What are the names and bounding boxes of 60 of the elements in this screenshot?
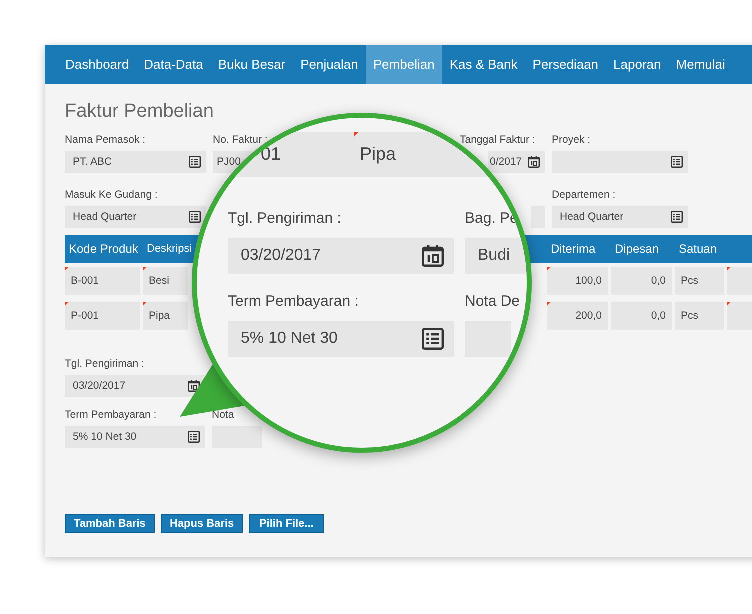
field-label: Tgl. Pengiriman : — [65, 358, 146, 371]
table-cell[interactable]: 100,0 — [547, 267, 608, 295]
column-header: Deskripsi — [146, 243, 191, 255]
table-cell[interactable]: P-001 — [65, 302, 140, 330]
table-cell[interactable]: Besi — [143, 267, 188, 295]
nav-tab[interactable]: Persediaan — [525, 45, 606, 84]
input-field[interactable]: 03/20/2017 — [65, 375, 205, 397]
action-button[interactable]: Hapus Baris — [160, 514, 244, 533]
table-cell[interactable]: Pcs — [675, 267, 724, 295]
input-field[interactable]: 03/20/2017 — [228, 238, 454, 274]
nav-tab[interactable]: Memulai — [668, 45, 733, 84]
field-label: Departemen : — [552, 189, 617, 202]
table-cell[interactable]: 0,0 — [611, 267, 672, 295]
column-header: Satuan — [678, 242, 718, 256]
list-icon[interactable] — [671, 156, 683, 168]
table-cell[interactable]: Pipa — [143, 302, 188, 330]
field-label: Nota De — [465, 293, 522, 312]
nav-tab[interactable]: Dashboard — [58, 45, 137, 84]
table-cell: Pipa — [360, 144, 396, 165]
field-label: Tanggal Faktur : — [460, 134, 536, 147]
list-icon[interactable] — [189, 156, 201, 168]
field-label: Term Pembayaran : — [65, 409, 158, 422]
nav-tab[interactable]: Buku Besar — [210, 45, 294, 84]
input-field[interactable] — [465, 321, 511, 357]
input-field[interactable] — [212, 426, 262, 448]
action-button[interactable]: Tambah Baris — [65, 514, 155, 533]
column-header: Diterima — [550, 242, 597, 256]
column-header: Dipesan — [614, 242, 660, 256]
input-field[interactable]: PT. ABC — [65, 151, 206, 173]
list-icon[interactable] — [671, 211, 683, 223]
input-field[interactable]: 5% 10 Net 30 — [65, 426, 205, 448]
field-label: Nama Pemasok : — [65, 134, 147, 147]
calendar-icon[interactable] — [528, 156, 540, 168]
nav-tab[interactable]: Penjualan — [293, 45, 366, 84]
field-label: Nota — [212, 409, 236, 422]
action-button[interactable]: Pilih File... — [249, 514, 324, 533]
column-header: Kode Produk — [68, 242, 140, 256]
nav-tab[interactable]: Data-Data — [136, 45, 211, 84]
input-field[interactable]: Head Quarter — [65, 206, 206, 228]
list-icon[interactable] — [188, 431, 200, 443]
input-field[interactable]: 5% 10 Net 30 — [228, 321, 454, 357]
calendar-icon[interactable] — [422, 245, 444, 267]
calendar-icon[interactable] — [188, 380, 200, 392]
field-label: Tgl. Pengiriman : — [228, 210, 342, 229]
input-field[interactable]: Budi — [465, 238, 527, 274]
table-cell[interactable]: B-001 — [65, 267, 140, 295]
table-cell[interactable]: 0,0 — [611, 302, 672, 330]
nav-tab[interactable]: Kas & Bank — [442, 45, 526, 84]
list-icon[interactable] — [189, 211, 201, 223]
field-label: Masuk Ke Gudang : — [65, 189, 159, 202]
input-field[interactable] — [552, 151, 688, 173]
input-field[interactable]: Head Quarter — [552, 206, 688, 228]
field-label: Term Pembayaran : — [228, 293, 360, 312]
field-label: Proyek : — [552, 134, 592, 147]
page-title: Faktur Pembelian — [65, 100, 215, 124]
input-field[interactable]: 0/2017 — [488, 151, 545, 173]
table-cell[interactable]: Pcs — [675, 302, 724, 330]
nav-tab[interactable]: Laporan — [606, 45, 669, 84]
list-icon[interactable] — [422, 328, 444, 350]
table-cell[interactable]: 200,0 — [547, 302, 608, 330]
